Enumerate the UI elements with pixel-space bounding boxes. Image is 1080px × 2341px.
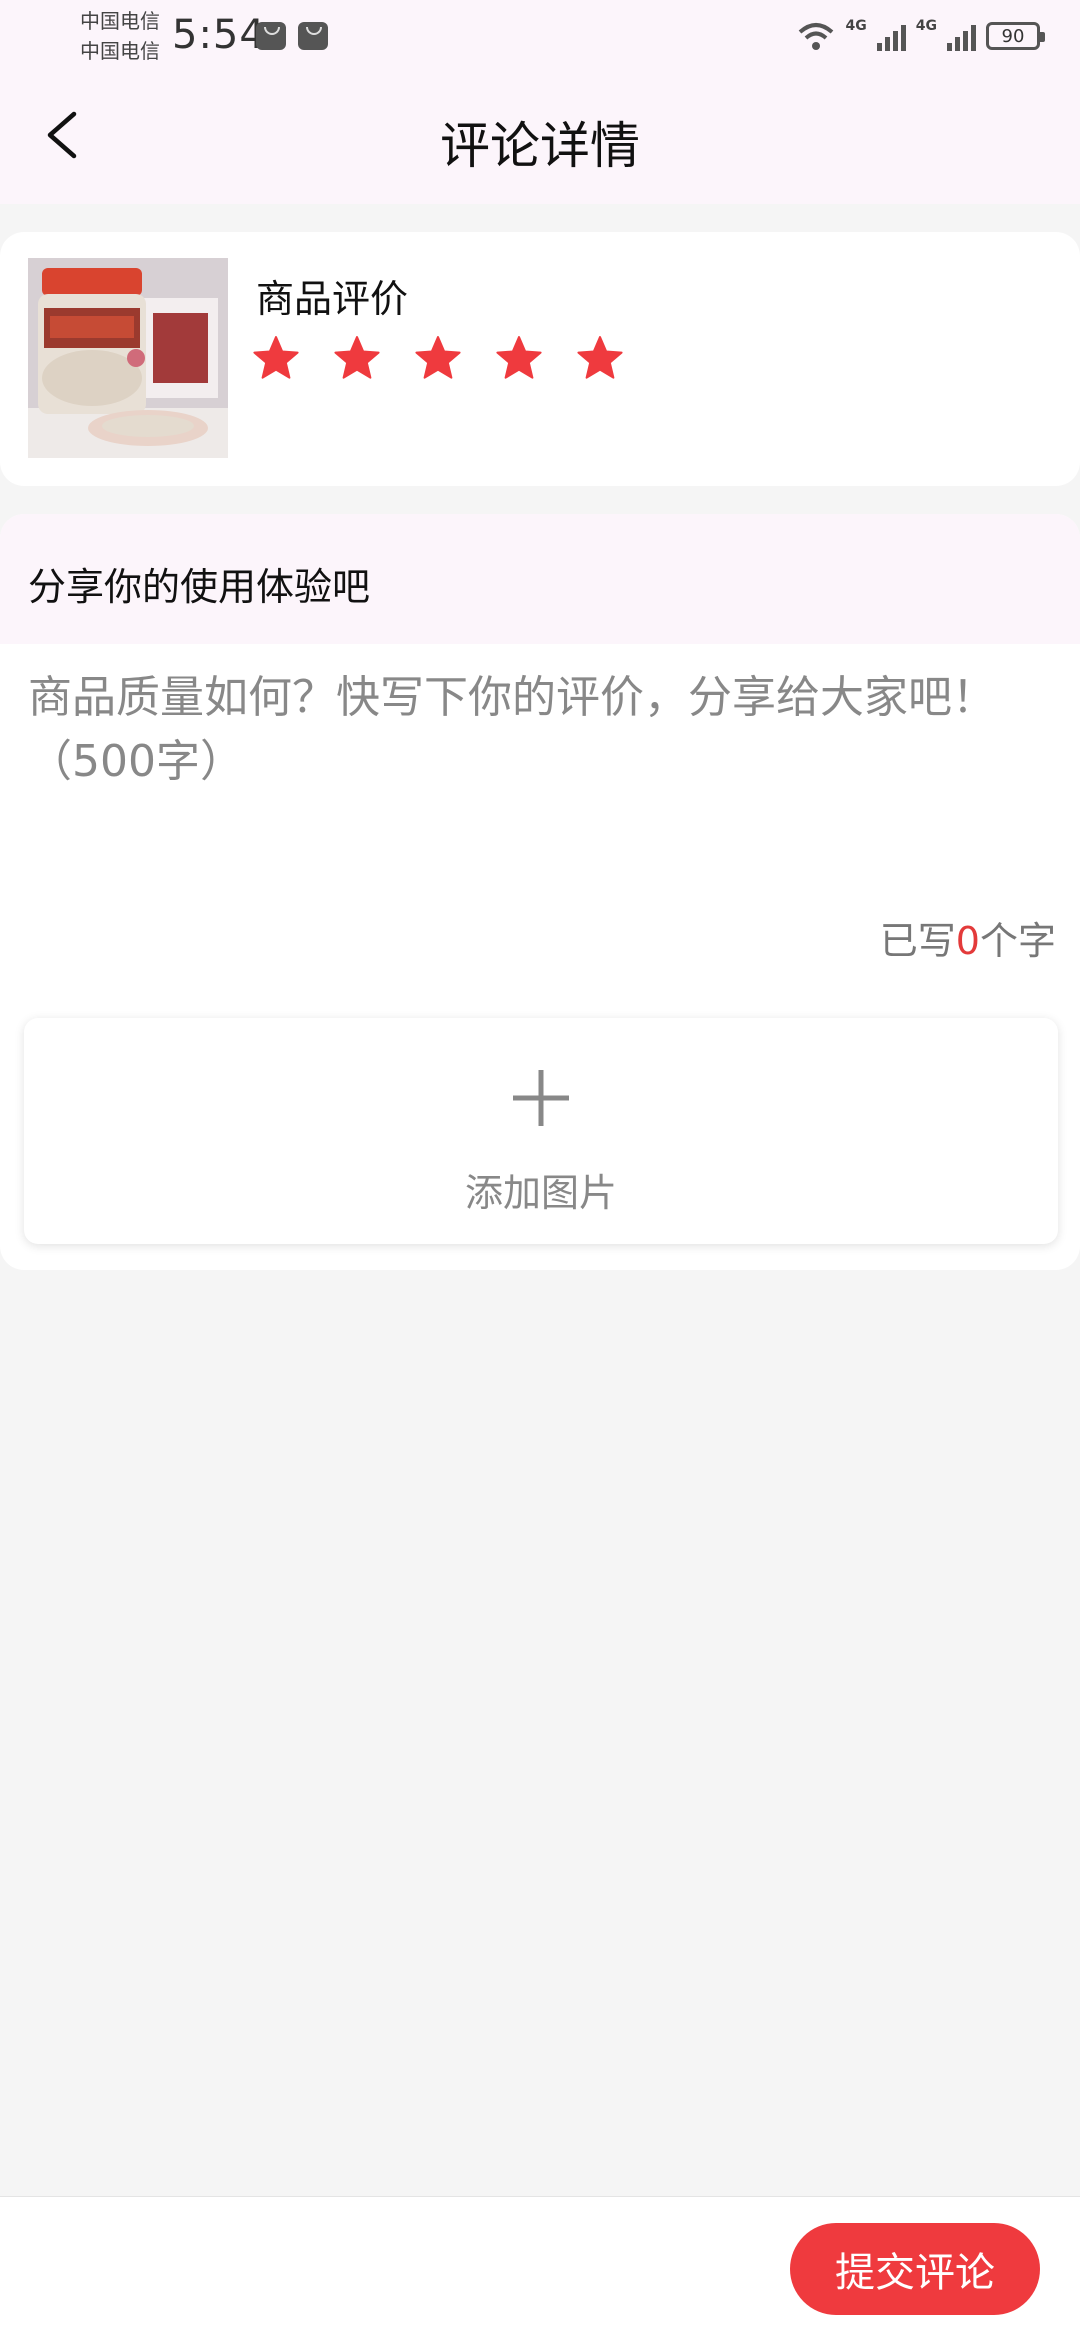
star-icon[interactable] bbox=[495, 334, 543, 382]
star-icon[interactable] bbox=[414, 334, 462, 382]
carrier-labels: 中国电信 中国电信 bbox=[80, 6, 160, 66]
huawei-app-icon bbox=[256, 22, 286, 50]
signal-icon bbox=[876, 21, 906, 51]
word-count-suffix: 个字 bbox=[979, 919, 1056, 963]
star-icon[interactable] bbox=[252, 334, 300, 382]
review-textarea[interactable] bbox=[28, 666, 1038, 866]
network-type-1: 4G bbox=[845, 18, 867, 34]
add-photo-button[interactable]: 添加图片 bbox=[24, 1018, 1058, 1244]
status-time: 5:54 bbox=[172, 12, 266, 58]
product-image[interactable] bbox=[28, 258, 228, 458]
word-count: 已写0个字 bbox=[880, 910, 1056, 965]
star-icon[interactable] bbox=[576, 334, 624, 382]
battery-level: 90 bbox=[1001, 25, 1025, 47]
nav-bar: 评论详情 bbox=[0, 72, 1080, 204]
carrier-2: 中国电信 bbox=[80, 39, 160, 63]
page-title: 评论详情 bbox=[440, 117, 640, 175]
oatmeal-jar-image bbox=[28, 258, 228, 458]
wifi-icon bbox=[798, 23, 833, 50]
network-type-2: 4G bbox=[915, 18, 937, 34]
word-count-prefix: 已写 bbox=[879, 919, 956, 963]
review-section: 分享你的使用体验吧 已写0个字 添加图片 bbox=[0, 514, 1080, 1270]
review-section-title: 分享你的使用体验吧 bbox=[28, 565, 371, 609]
word-count-value: 0 bbox=[955, 919, 980, 963]
star-icon[interactable] bbox=[333, 334, 381, 382]
carrier-1: 中国电信 bbox=[80, 9, 160, 33]
huawei-app-icon bbox=[298, 22, 328, 50]
bottom-bar: 提交评论 bbox=[0, 2196, 1080, 2341]
status-bar: 中国电信 中国电信 5:54 4G 4G 90 bbox=[0, 0, 1080, 72]
star-rating[interactable] bbox=[252, 334, 624, 382]
plus-icon bbox=[513, 1070, 569, 1126]
signal-icon bbox=[947, 21, 976, 51]
status-icons: 4G 4G 90 bbox=[796, 16, 1045, 56]
rating-label: 商品评价 bbox=[256, 277, 409, 321]
add-photo-label: 添加图片 bbox=[464, 1171, 617, 1215]
battery-icon: 90 bbox=[986, 22, 1045, 50]
review-section-header: 分享你的使用体验吧 bbox=[0, 514, 1080, 644]
submit-review-button[interactable]: 提交评论 bbox=[790, 2223, 1040, 2315]
